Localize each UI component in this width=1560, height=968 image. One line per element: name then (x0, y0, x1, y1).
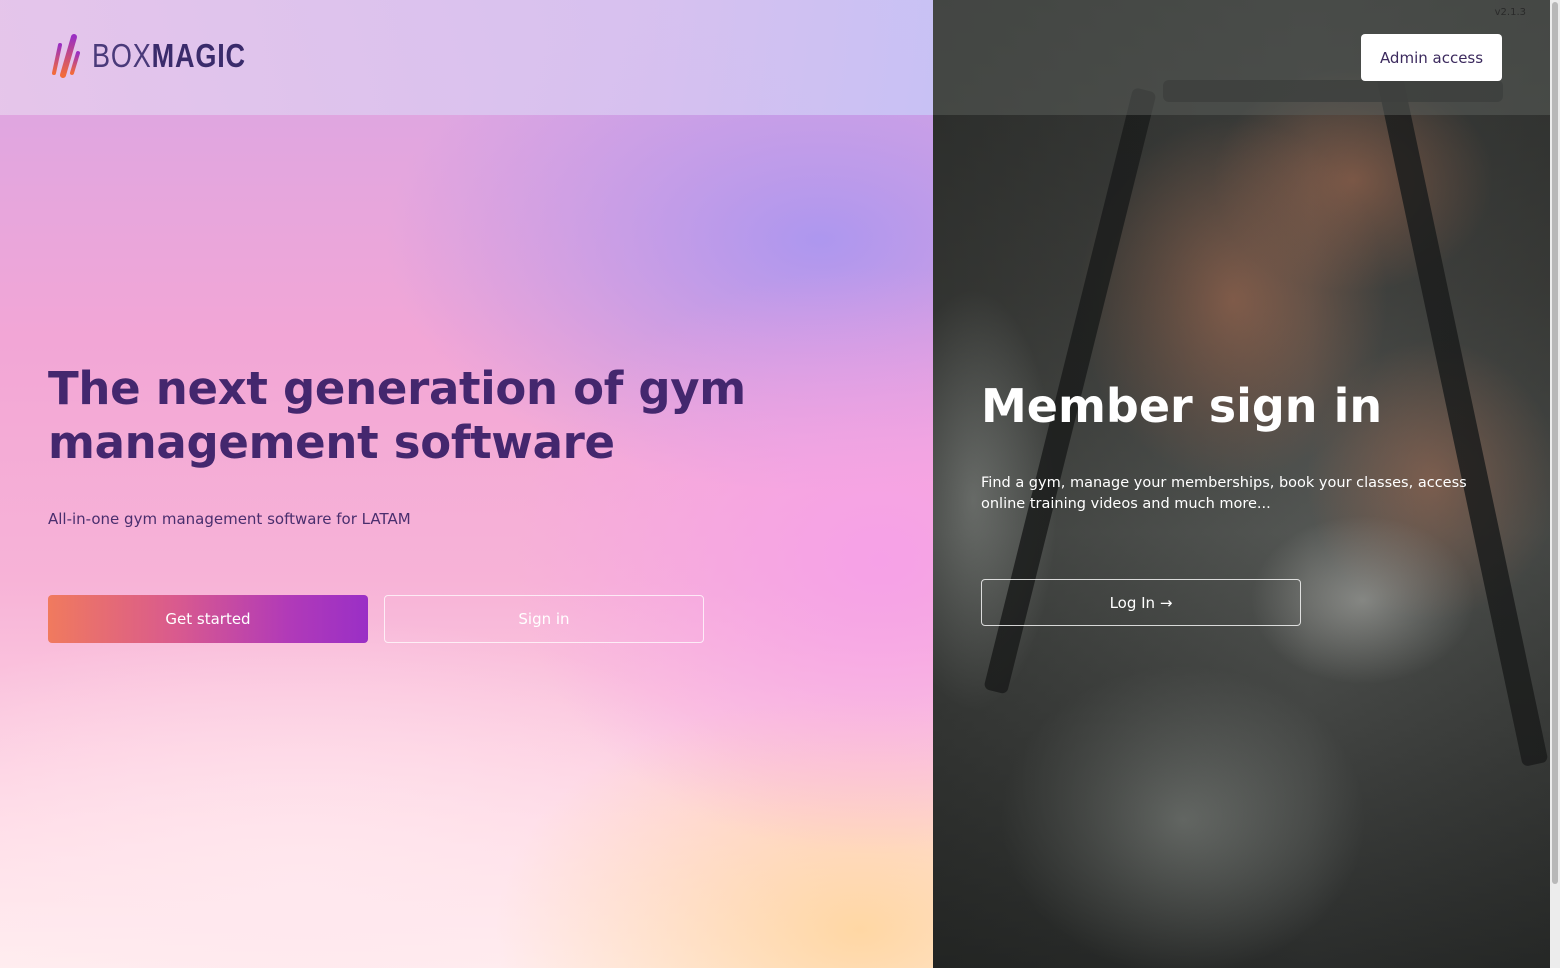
member-description: Find a gym, manage your memberships, boo… (981, 475, 1467, 512)
log-in-button[interactable]: Log In → (981, 579, 1301, 626)
scrollbar-thumb[interactable] (1552, 2, 1558, 884)
get-started-button[interactable]: Get started (48, 595, 368, 643)
brand-name-bold: MAGIC (151, 37, 246, 74)
boxmagic-logo-icon (52, 34, 80, 78)
sign-in-button[interactable]: Sign in (384, 595, 704, 643)
brand-logo[interactable]: BOXMAGIC (48, 32, 280, 80)
brand-wordmark: BOXMAGIC (92, 37, 246, 75)
admin-access-button[interactable]: Admin access (1361, 34, 1502, 81)
brand-name-light: BOX (92, 37, 152, 74)
left-panel: BOXMAGIC The next generation of gym mana… (0, 0, 933, 968)
right-panel: v2.1.3 Admin access Member sign in Find … (933, 0, 1560, 968)
member-sign-in-title: Member sign in (981, 379, 1383, 433)
landing-page: BOXMAGIC The next generation of gym mana… (0, 0, 1560, 968)
version-label: v2.1.3 (1494, 7, 1526, 18)
vertical-scrollbar[interactable] (1550, 0, 1560, 968)
hero-title: The next generation of gym management so… (48, 362, 746, 469)
hero-subtitle: All-in-one gym management software for L… (48, 510, 411, 528)
